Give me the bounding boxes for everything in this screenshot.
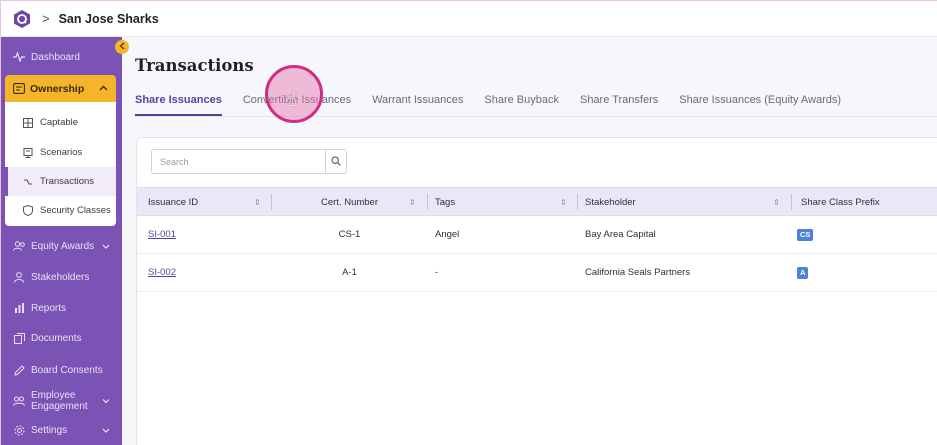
- cell-cert-number: A-1: [342, 267, 357, 278]
- pulse-icon: [12, 50, 26, 64]
- sort-icon: ⇕: [560, 197, 567, 207]
- main-content: Transactions Share Issuances Convertible…: [122, 37, 937, 445]
- sidebar-item-label: Employee Engagement: [31, 390, 88, 412]
- breadcrumb-separator: >: [42, 11, 50, 26]
- search-button[interactable]: [325, 150, 346, 173]
- documents-icon: [12, 331, 26, 345]
- table-header: Issuance ID ⇕ Cert. Number ⇕ Tags ⇕ Stak…: [137, 187, 937, 216]
- scenario-icon: [22, 147, 34, 159]
- cell-stakeholder: California Seals Partners: [585, 267, 691, 278]
- sidebar-item-stakeholders[interactable]: Stakeholders: [1, 262, 122, 292]
- chevron-down-icon: [102, 241, 110, 251]
- column-divider: [791, 194, 792, 210]
- sidebar-item-dashboard[interactable]: Dashboard: [1, 42, 122, 72]
- search-input[interactable]: [152, 150, 326, 173]
- tab-share-buyback[interactable]: Share Buyback: [484, 94, 559, 116]
- chevron-left-icon: [119, 42, 125, 52]
- sidebar-item-documents[interactable]: Documents: [1, 323, 122, 353]
- submenu-item-captable[interactable]: Captable: [5, 108, 116, 137]
- transactions-card: Issuance ID ⇕ Cert. Number ⇕ Tags ⇕ Stak…: [136, 137, 937, 445]
- cell-share-class-prefix: A: [797, 254, 809, 291]
- bar-chart-icon: [12, 301, 26, 315]
- sidebar-item-label: Board Consents: [31, 364, 103, 376]
- column-divider: [577, 194, 578, 210]
- cell-tags: -: [435, 267, 439, 278]
- cell-stakeholder: Bay Area Capital: [585, 229, 656, 240]
- app-logo-icon[interactable]: [12, 9, 32, 29]
- submenu-item-security-classes[interactable]: Security Classes: [5, 196, 116, 225]
- submenu-item-scenarios[interactable]: Scenarios: [5, 138, 116, 167]
- search-icon: [331, 153, 341, 171]
- share-class-badge: CS: [797, 228, 814, 241]
- sidebar-item-employee-engagement[interactable]: Employee Engagement: [1, 385, 122, 417]
- shield-icon: [22, 205, 34, 217]
- users-icon: [12, 239, 26, 253]
- tab-divider: [135, 116, 937, 117]
- tab-share-issuances-equity-awards[interactable]: Share Issuances (Equity Awards): [679, 94, 841, 116]
- column-header-tags[interactable]: Tags ⇕: [435, 188, 577, 216]
- sidebar-item-label: Equity Awards: [31, 240, 95, 252]
- grid-icon: [22, 117, 34, 129]
- tab-share-issuances[interactable]: Share Issuances: [135, 94, 222, 116]
- column-header-share-class-prefix[interactable]: Share Class Prefix: [801, 188, 931, 216]
- sort-icon: ⇕: [773, 197, 780, 207]
- sidebar-item-label: Settings: [31, 424, 68, 436]
- person-icon: [12, 270, 26, 284]
- cell-cert-number: CS-1: [338, 229, 361, 240]
- chevron-down-icon: [102, 425, 110, 435]
- sidebar-item-ownership[interactable]: Ownership: [5, 75, 116, 102]
- sidebar: Dashboard Ownership Captable Scenarios T…: [1, 37, 122, 445]
- column-divider: [427, 194, 428, 210]
- page-title: Transactions: [135, 56, 254, 75]
- cell-issuance-id[interactable]: SI-002: [148, 254, 176, 291]
- cell-share-class-prefix: CS: [797, 216, 814, 253]
- submenu-item-transactions[interactable]: Transactions: [5, 167, 116, 196]
- column-header-cert-number[interactable]: Cert. Number ⇕: [272, 188, 427, 216]
- submenu-item-label: Captable: [40, 117, 79, 128]
- column-header-issuance-id[interactable]: Issuance ID ⇕: [148, 188, 270, 216]
- breadcrumb-org-name[interactable]: San Jose Sharks: [59, 12, 159, 26]
- sidebar-item-label: Stakeholders: [31, 271, 90, 283]
- chevron-up-icon: [99, 83, 108, 94]
- column-header-stakeholder[interactable]: Stakeholder ⇕: [585, 188, 791, 216]
- transactions-icon: [22, 176, 34, 188]
- table-row[interactable]: SI-001 CS-1 Angel Bay Area Capital CS: [137, 216, 937, 254]
- issuance-id-link[interactable]: SI-001: [148, 229, 176, 240]
- cell-issuance-id[interactable]: SI-001: [148, 216, 176, 253]
- submenu-item-label: Scenarios: [40, 147, 83, 158]
- cell-tags: Angel: [435, 229, 460, 240]
- ownership-submenu: Captable Scenarios Transactions Security…: [5, 102, 116, 226]
- sidebar-item-board-consents[interactable]: Board Consents: [1, 355, 122, 385]
- search-box: [151, 149, 347, 174]
- sidebar-item-reports[interactable]: Reports: [1, 293, 122, 323]
- pen-icon: [12, 363, 26, 377]
- ownership-icon: [13, 83, 25, 94]
- sidebar-item-label: Ownership: [30, 82, 85, 95]
- chevron-down-icon: [102, 396, 110, 407]
- submenu-item-label: Security Classes: [40, 205, 111, 216]
- sort-icon: ⇕: [409, 197, 416, 207]
- tab-warrant-issuances[interactable]: Warrant Issuances: [372, 94, 463, 116]
- submenu-item-label: Transactions: [40, 176, 95, 187]
- transaction-tabs: Share Issuances Convertible Issuances Wa…: [135, 94, 862, 116]
- share-class-badge: A: [797, 266, 809, 279]
- hand-cursor-icon: ☝: [285, 89, 298, 111]
- top-bar: > San Jose Sharks: [1, 1, 937, 37]
- sidebar-item-equity-awards[interactable]: Equity Awards: [1, 231, 122, 261]
- sidebar-collapse-button[interactable]: [115, 40, 129, 54]
- sidebar-item-settings[interactable]: Settings: [1, 415, 122, 445]
- sort-icon: ⇕: [254, 197, 261, 207]
- sidebar-item-label: Documents: [31, 332, 82, 344]
- engagement-icon: [12, 394, 26, 408]
- issuance-id-link[interactable]: SI-002: [148, 267, 176, 278]
- table-row[interactable]: SI-002 A-1 - California Seals Partners A: [137, 254, 937, 292]
- tab-share-transfers[interactable]: Share Transfers: [580, 94, 658, 116]
- gear-icon: [12, 423, 26, 437]
- sidebar-item-label: Reports: [31, 302, 67, 314]
- sidebar-item-label: Dashboard: [31, 51, 80, 63]
